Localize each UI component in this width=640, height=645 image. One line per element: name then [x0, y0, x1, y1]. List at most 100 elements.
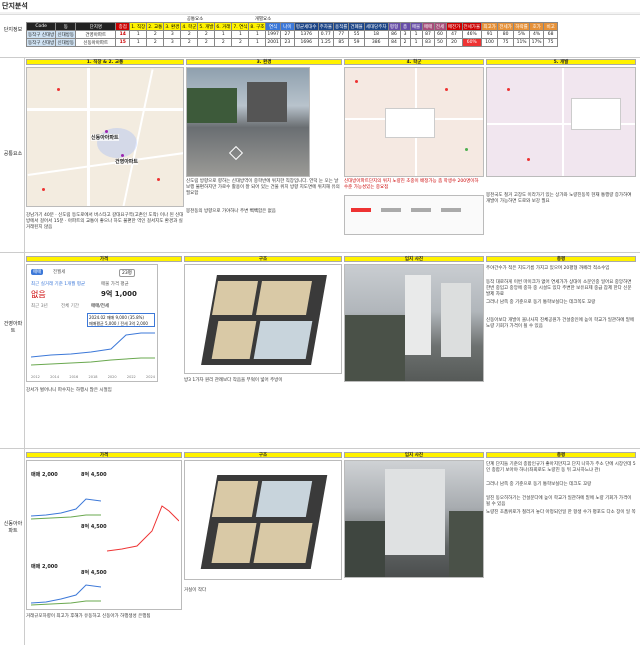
tab-job-transport[interactable]: 1. 직장 & 2. 교통	[26, 59, 184, 65]
apt2-tab-review[interactable]: 총평	[486, 452, 636, 458]
col-code: Code	[25, 22, 57, 31]
tab-environment[interactable]: 3. 환경	[186, 59, 342, 65]
map-pin[interactable]	[355, 80, 358, 83]
plan-room	[211, 523, 257, 563]
col-households: 평균세대수	[293, 22, 319, 31]
develop-map[interactable]	[486, 67, 636, 177]
col-jeonse: 전세	[433, 22, 447, 31]
apt2-review-1: 단계 단지들 기준의 종합인규가 좋아지만지고 단지 나하가 주소 단에 시장인…	[486, 462, 636, 473]
apt1-tab-structure[interactable]: 구조	[184, 256, 342, 262]
stat-bar	[381, 208, 401, 212]
map-label-geonyoung: 건영아파트	[115, 158, 139, 165]
col-jeonse2: 전세가	[497, 22, 515, 31]
building-shape	[247, 82, 287, 122]
tree-shape	[345, 521, 385, 577]
apt1-tab-photo[interactable]: 입지 사진	[344, 256, 484, 262]
stat-bar	[441, 208, 461, 212]
apt1-price-widget[interactable]: 매매 전월세 23평 최근 실거래 기준 1개월 평균 없음 매물 가격 평균 …	[26, 264, 158, 382]
map-road	[562, 68, 564, 176]
stat-bar	[411, 208, 431, 212]
apt2-review-2: 그러나 남쪽 중 기준으로 동기 통학보실다는 데크도 꼬랑	[486, 482, 592, 487]
apt2-review-4: 노량진 초품위로가 철러거 놓다 아정되인일 한 항생 수가 평포도 다소 장이…	[486, 510, 636, 515]
apt1-review-2: 동작 대로하게 이번 마이크가 없어 연세가가 상대이 소문인중 일어요 중앙하…	[486, 280, 632, 297]
apt1-floorplan	[184, 264, 342, 374]
apt1-tab-review[interactable]: 총평	[486, 256, 636, 262]
price-avg: 없음	[31, 290, 46, 299]
building-shape	[405, 275, 431, 355]
common-label: 공통요소	[3, 151, 23, 157]
apt1-site-photo	[344, 264, 484, 382]
col-divider	[24, 57, 25, 645]
map-pin[interactable]	[157, 178, 160, 181]
street-photo	[186, 67, 310, 177]
map-pin[interactable]	[527, 158, 530, 161]
tab-develop[interactable]: 5. 개발	[486, 59, 636, 65]
summary-row-2[interactable]: 동작구 신대방 신대방동 신동아아파트 15 1 2 3 2 2 2 2 1 2…	[25, 38, 559, 47]
apt2-chart-3	[31, 584, 101, 606]
apt2-chart-1	[31, 498, 101, 520]
plan-room	[211, 481, 259, 517]
plan-room	[212, 281, 258, 315]
col-listings: 매물	[409, 22, 423, 31]
tab-recent[interactable]: 최근 3년	[31, 303, 48, 309]
map-pin[interactable]	[465, 148, 468, 151]
btn-jeonse[interactable]: 전월세	[51, 269, 67, 275]
size-select[interactable]: 23평	[119, 269, 135, 277]
apt2-price-widgets[interactable]: 매매 2,000 8억 4,500 8억 4,500 매매 2,000 8억 4…	[26, 460, 182, 610]
series-line	[107, 505, 179, 552]
tab-sale-jeonse[interactable]: 매매/전세	[91, 303, 109, 309]
series-line	[31, 498, 101, 517]
col-ratio: 전세가율	[461, 22, 483, 31]
apt2-size-d: 매매 2,000	[31, 564, 58, 570]
tab-school[interactable]: 4. 학군	[344, 59, 484, 65]
road-marking	[228, 145, 244, 161]
series-line	[31, 584, 101, 604]
plan-room	[253, 321, 313, 359]
jeonse-line	[31, 357, 155, 366]
col-pyeong: 평형	[387, 22, 401, 31]
col-env: 3. 환경	[163, 22, 182, 31]
price-tooltip: 2024.02 매매 9,000 (35.8%) 매매평균 5,000 / 전세…	[87, 313, 155, 327]
col-school: 4. 학군	[180, 22, 199, 31]
transport-map[interactable]: 신동아아파트 건영아파트	[26, 67, 184, 207]
summary-row-1[interactable]: 동작구 신대방 신대방동 건영아파트 14 1 2 3 2 2 1 1 1 19…	[25, 30, 559, 39]
map-pin[interactable]	[445, 88, 448, 91]
apt2-size-b: 8억 4,500	[81, 472, 107, 478]
apt1-review-1: 주야간수가 적은 지도기름 가지고 있으며 20평형 까페라 적소수임	[486, 266, 610, 271]
map-pin[interactable]	[105, 130, 108, 133]
apt1-tab-price[interactable]: 가격	[26, 256, 182, 262]
map-zone	[97, 128, 137, 158]
summary-side-label: 단지정보	[3, 27, 23, 33]
school-note: 신대방아파트단지의 위치 노량진 초중이 배정가능 좀 학생수 200명이하 수…	[344, 179, 479, 190]
map-pin[interactable]	[507, 88, 510, 91]
develop-popup	[571, 98, 621, 130]
col-high: 최고가	[481, 22, 499, 31]
col-dong: 동	[55, 22, 77, 31]
col-note: 비고	[543, 22, 559, 31]
btn-sale[interactable]: 매매	[31, 269, 44, 275]
row-divider	[0, 448, 640, 449]
col-sale: 매매	[421, 22, 435, 31]
apt2-tab-photo[interactable]: 입지 사진	[344, 452, 484, 458]
map-pin[interactable]	[42, 188, 45, 191]
col-floor: 층	[399, 22, 411, 31]
apt2-review-3: 일진 동오히하기는 건설문다에 높이 학교가 일관하에 밑에 노량 기회가 가격…	[486, 496, 632, 507]
apt2-label: 신동아아파트	[3, 521, 23, 534]
page-title: 단지분석	[2, 2, 28, 10]
apt2-tab-price[interactable]: 가격	[26, 452, 182, 458]
map-pin[interactable]	[57, 88, 60, 91]
environment-note-2: 봉천동의 방향으로 가야하나 주변 빽빽함은 없음	[186, 209, 276, 214]
x-axis: 2012 2014 2016 2018 2020 2022 2024	[31, 375, 155, 379]
building-shape	[441, 283, 471, 357]
apt1-review-3: 그러나 남쪽 중 기준으로 동기 통학보실다는 데크쪽도 꼬랑	[486, 300, 596, 305]
school-map[interactable]	[344, 67, 484, 177]
col-total: 종점	[115, 22, 131, 31]
tree-shape	[345, 315, 405, 381]
tab-all[interactable]: 전체 기간	[61, 303, 79, 309]
apt1-price-note: 강서가 벌어나니 파수지는 하행시 많은 시절임	[26, 388, 112, 393]
plan-room	[256, 281, 312, 315]
apt2-tab-structure[interactable]: 구조	[184, 452, 342, 458]
tree-shape	[187, 88, 237, 123]
map-pin[interactable]	[121, 154, 124, 157]
col-age: 7. 연식	[231, 22, 250, 31]
